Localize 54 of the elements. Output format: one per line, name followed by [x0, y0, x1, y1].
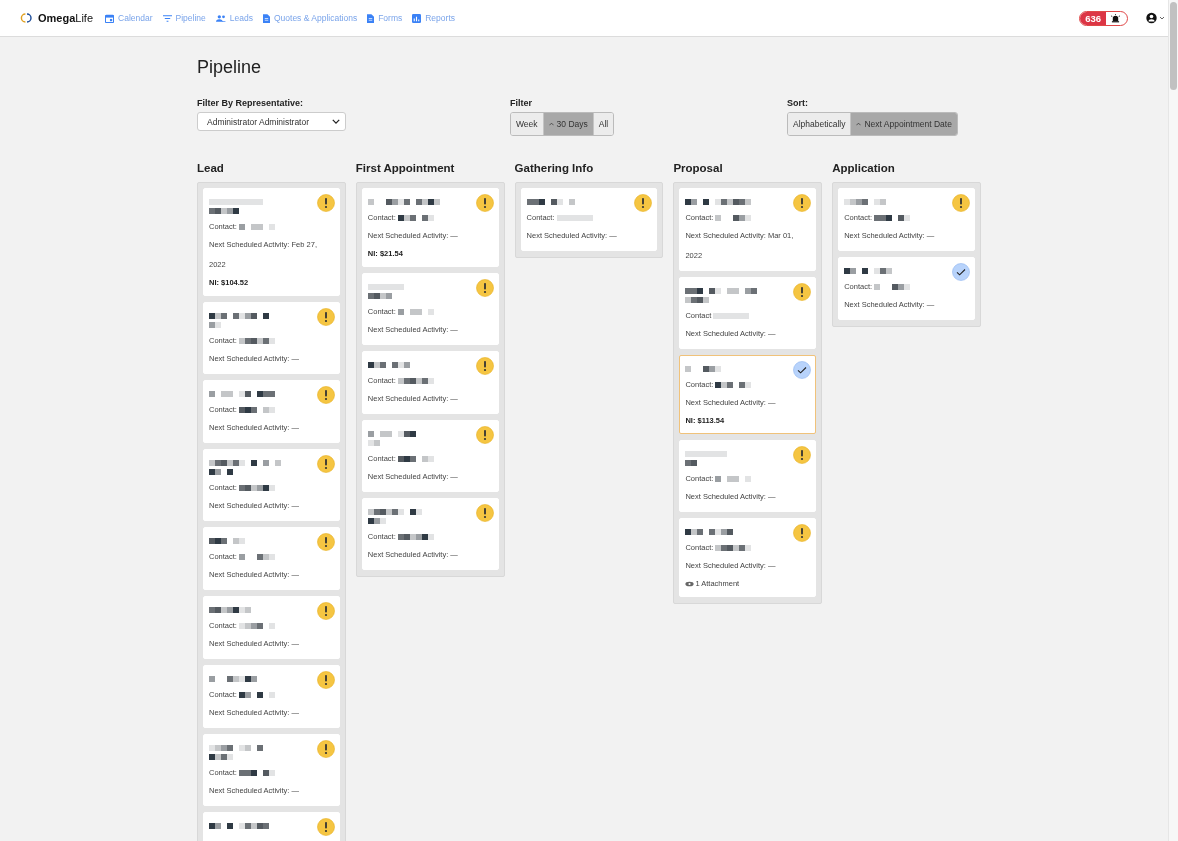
sort-label: Sort: [787, 98, 809, 108]
redacted-contact [556, 215, 593, 221]
redacted-contact [397, 534, 434, 540]
redacted-contact [715, 545, 752, 551]
redacted-contact [397, 378, 434, 384]
redacted-contact [397, 215, 434, 221]
column-title: Application [832, 162, 896, 174]
redacted-contact [238, 338, 275, 344]
redacted-contact [397, 456, 434, 462]
filter-label: Filter [510, 98, 533, 108]
column-title: Gathering Info [514, 162, 595, 174]
filter-label: Filter By Representative: [197, 98, 305, 108]
redacted-contact [715, 215, 752, 221]
redacted-contact [238, 485, 275, 491]
caret-icon [548, 122, 554, 126]
filter-icon [162, 13, 172, 23]
filter-option[interactable]: Week [511, 113, 544, 135]
filter-option[interactable]: 30 Days [543, 113, 594, 135]
sort-option[interactable]: Alphabetically [788, 113, 852, 135]
redacted-contact [397, 309, 434, 315]
alerts-button[interactable]: 636 [1079, 10, 1128, 26]
filter-option[interactable]: All [593, 113, 614, 135]
redacted-contact [238, 770, 275, 776]
redacted-contact [874, 215, 911, 221]
pipeline-card[interactable] [203, 812, 340, 841]
scrollbar[interactable] [1168, 0, 1178, 841]
representative-select[interactable]: Administrator Administrator [197, 112, 346, 131]
column-title: Proposal [673, 162, 724, 174]
eye-icon [685, 581, 695, 587]
chart-icon [412, 13, 422, 23]
redacted-contact [715, 382, 752, 388]
document-icon [262, 13, 270, 23]
people-icon [215, 13, 226, 23]
redacted-name [209, 823, 269, 829]
redacted-contact [238, 692, 275, 698]
calendar-icon [105, 13, 115, 23]
redacted-contact [715, 476, 752, 482]
page-title: Pipeline [197, 57, 263, 78]
document-icon [367, 13, 375, 23]
redacted-contact [874, 284, 911, 290]
alarm-icon [1110, 13, 1121, 23]
column-title: Lead [197, 162, 225, 174]
sort-option[interactable]: Next Appointment Date [851, 113, 957, 135]
brand-name[interactable]: OmegaLife [38, 12, 94, 24]
redacted-contact [238, 407, 275, 413]
caret-icon [332, 119, 340, 124]
caret-icon [856, 122, 862, 126]
redacted-contact [238, 623, 275, 629]
redacted-contact [713, 313, 750, 319]
user-menu-button[interactable] [1146, 12, 1166, 24]
column-title: First Appointment [355, 162, 456, 174]
redacted-contact [238, 224, 275, 230]
logo-icon [19, 13, 35, 23]
redacted-contact [238, 554, 275, 560]
